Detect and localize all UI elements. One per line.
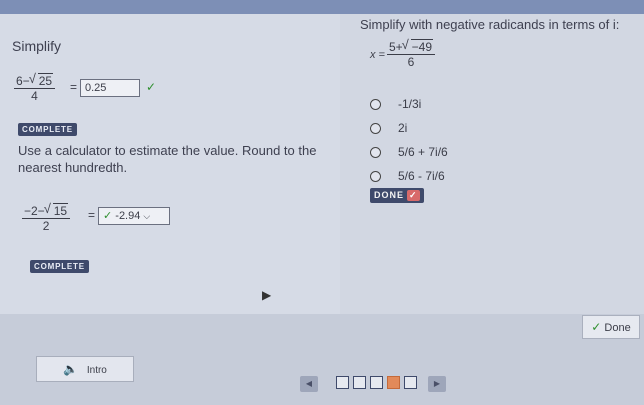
problem1-answer-field[interactable]: 0.25	[80, 79, 140, 97]
chevron-left-icon: ◀	[305, 379, 313, 388]
next-button[interactable]: ▶	[428, 376, 446, 392]
check-icon: ✓	[591, 320, 602, 334]
done-button[interactable]: ✓ Done	[582, 315, 640, 339]
page-indicator-2[interactable]	[353, 376, 366, 389]
sqrt-symbol: −49	[402, 38, 434, 54]
right-title: Simplify with negative radicands in term…	[360, 17, 620, 32]
page-navigation: ◀ ▶	[300, 374, 446, 394]
expression: x = 5+ −49 6	[370, 38, 436, 69]
done-badge-label: DONE	[374, 190, 405, 200]
radio-option-1[interactable]	[370, 99, 381, 110]
intro-label: Intro	[86, 365, 107, 376]
problem2-denominator: 2	[42, 219, 50, 233]
radio-option-4[interactable]	[370, 171, 381, 182]
top-bar	[0, 0, 644, 14]
option-2-label: 2i	[398, 121, 408, 135]
page-indicator-5[interactable]	[404, 376, 417, 389]
problem2-radicand: 15	[52, 203, 69, 218]
problem1-equals: =	[70, 80, 78, 94]
problem2-equals: =	[88, 208, 96, 222]
done-button-label: Done	[604, 322, 631, 334]
cursor-icon: ▶	[262, 288, 272, 302]
sqrt-symbol: 15	[44, 202, 69, 218]
expression-num-pre: 5+	[388, 40, 403, 54]
problem2: −2− 15 2	[22, 202, 71, 233]
option-3-label: 5/6 + 7i/6	[398, 145, 448, 159]
page-indicator-1[interactable]	[336, 376, 349, 389]
option-1-label: -1/3i	[398, 97, 422, 111]
speaker-icon: 🔈	[63, 362, 79, 376]
check-icon: ✓	[146, 80, 157, 94]
prompt-text: Use a calculator to estimate the value. …	[18, 143, 317, 175]
page-indicator-4[interactable]	[387, 376, 400, 389]
expression-fraction: 5+ −49 6	[386, 38, 436, 69]
option-4-label: 5/6 - 7i/6	[398, 169, 445, 183]
check-icon: ✓	[103, 210, 113, 222]
complete-badge-1: COMPLETE	[18, 123, 77, 136]
expression-var: x =	[370, 48, 385, 61]
problem2-answer-field[interactable]: ✓ -2.94 ⌵	[98, 207, 170, 225]
problem2-fraction: −2− 15 2	[22, 202, 71, 233]
radio-option-2[interactable]	[370, 123, 381, 134]
page-indicator-3[interactable]	[370, 376, 383, 389]
radio-option-3[interactable]	[370, 147, 381, 158]
complete-badge-2: COMPLETE	[30, 260, 89, 273]
expression-denominator: 6	[407, 55, 415, 69]
prev-button[interactable]: ◀	[300, 376, 318, 392]
problem1-denominator: 4	[31, 89, 38, 103]
problem2-answer: -2.94	[115, 210, 141, 222]
sqrt-symbol: 25	[29, 72, 54, 88]
problem1-num-pre: 6−	[16, 74, 30, 88]
chevron-down-icon[interactable]: ⌵	[143, 211, 150, 221]
problem1-radicand: 25	[37, 73, 54, 88]
left-title: Simplify	[12, 38, 62, 54]
problem2-num-pre: −2−	[24, 204, 45, 218]
expression-radicand: −49	[410, 39, 434, 54]
intro-button[interactable]: 🔈 Intro	[36, 356, 134, 382]
problem1-fraction: 6− 25 4	[14, 72, 56, 103]
chevron-right-icon: ▶	[433, 379, 441, 388]
done-badge: DONE ✓	[370, 188, 424, 203]
check-icon: ✓	[407, 190, 420, 201]
problem1: 6− 25 4	[14, 72, 56, 103]
